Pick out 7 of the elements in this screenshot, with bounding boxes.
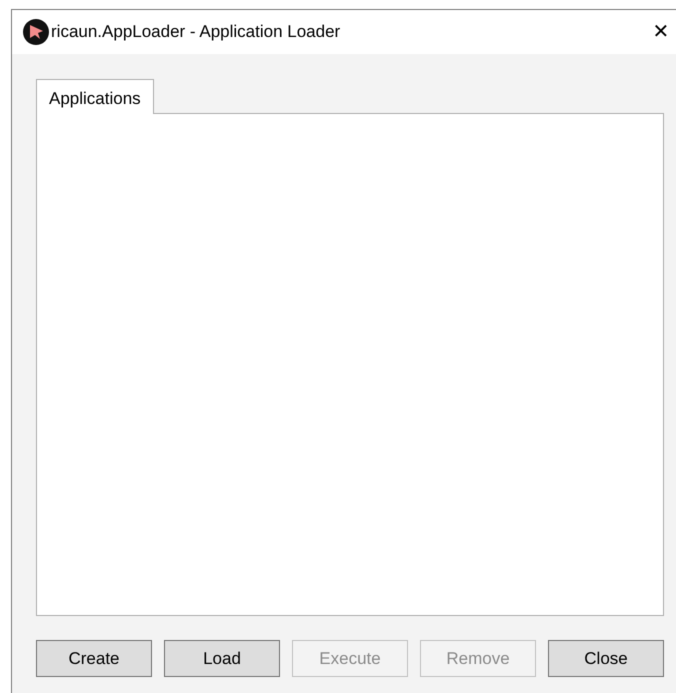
dialog-button[interactable]: Create bbox=[36, 640, 152, 677]
tab[interactable]: Applications bbox=[36, 79, 154, 114]
window-title: ricaun.AppLoader - Application Loader bbox=[51, 21, 340, 44]
dialog-button[interactable]: Load bbox=[164, 640, 280, 677]
dialog-button[interactable]: Close bbox=[548, 640, 664, 677]
close-button[interactable]: ✕ bbox=[649, 22, 673, 42]
app-logo-icon bbox=[23, 19, 49, 45]
